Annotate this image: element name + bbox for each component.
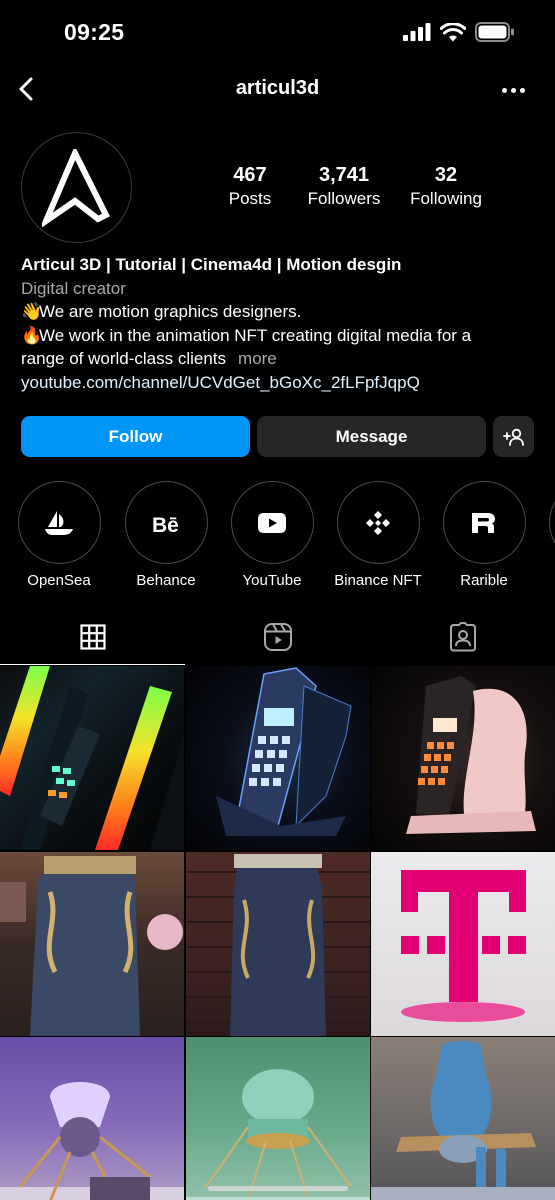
tab-reels[interactable] bbox=[185, 608, 370, 665]
highlight-behance[interactable]: Bē Behance bbox=[116, 481, 216, 589]
post-image bbox=[185, 1069, 370, 1200]
highlight-label: Binance NFT bbox=[334, 572, 422, 589]
cellular-signal-icon bbox=[403, 23, 431, 41]
nav-bar: articul3d bbox=[0, 66, 555, 114]
posts-grid bbox=[0, 666, 555, 1200]
highlight-cover bbox=[336, 481, 420, 564]
opensea-icon bbox=[45, 510, 73, 535]
highlight-cover bbox=[17, 481, 101, 564]
bio-name: Articul 3D | Tutorial | Cinema4d | Motio… bbox=[21, 255, 402, 274]
post-thumbnail[interactable] bbox=[371, 851, 555, 1036]
stat-value: 3,741 bbox=[318, 164, 370, 186]
post-thumbnail[interactable] bbox=[0, 851, 184, 1036]
bio-text: range of world-class clients bbox=[21, 349, 227, 368]
home-indicator bbox=[208, 1186, 348, 1191]
profile-username: articul3d bbox=[235, 77, 320, 99]
highlight-cover bbox=[548, 481, 555, 564]
status-icons bbox=[403, 22, 515, 42]
stat-label: Followers bbox=[307, 189, 381, 208]
add-user-icon bbox=[502, 428, 524, 446]
profile-avatar[interactable] bbox=[21, 132, 132, 243]
fire-icon: 🔥 bbox=[21, 325, 43, 345]
highlight-binance-nft[interactable]: Binance NFT bbox=[328, 481, 428, 589]
highlight-label: Behance bbox=[136, 572, 196, 589]
post-image bbox=[401, 869, 526, 1022]
stat-following[interactable]: 32 Following bbox=[398, 163, 494, 211]
stat-label: Posts bbox=[228, 189, 272, 208]
highlight-label: OpenSea bbox=[27, 572, 91, 589]
highlight-partial[interactable] bbox=[540, 481, 555, 564]
post-image bbox=[0, 855, 183, 1036]
post-thumbnail[interactable] bbox=[185, 666, 370, 850]
articul3d-logo-icon bbox=[41, 148, 110, 227]
story-highlights: OpenSea Bē Behance YouTube Binance NFT R… bbox=[0, 481, 555, 593]
post-image bbox=[371, 1041, 555, 1200]
highlight-cover bbox=[230, 481, 314, 564]
stat-posts[interactable]: 467 Posts bbox=[210, 163, 290, 211]
highlight-opensea[interactable]: OpenSea bbox=[9, 481, 109, 589]
highlight-label: Rarible bbox=[460, 572, 508, 589]
profile-stats: 467 Posts 3,741 Followers 32 Following bbox=[210, 163, 510, 211]
stat-value: 32 bbox=[434, 164, 458, 186]
stat-value: 467 bbox=[233, 164, 267, 186]
rarible-icon bbox=[472, 512, 495, 533]
profile-actions: Follow Message bbox=[21, 416, 534, 457]
tab-posts-grid[interactable] bbox=[0, 608, 185, 665]
bio-more-link[interactable]: more bbox=[238, 349, 277, 368]
behance-icon: Bē bbox=[152, 514, 179, 535]
post-thumbnail[interactable] bbox=[0, 666, 184, 850]
post-image bbox=[215, 667, 352, 836]
dot-icon bbox=[519, 87, 525, 93]
bio-category: Digital creator bbox=[21, 278, 126, 298]
post-image bbox=[0, 1082, 184, 1200]
more-options-button[interactable] bbox=[499, 78, 527, 102]
bio-line: range of world-class clients more bbox=[21, 347, 541, 371]
highlight-cover: Bē bbox=[124, 481, 208, 564]
bio-line: 👋We are motion graphics designers. bbox=[21, 300, 541, 324]
post-thumbnail[interactable] bbox=[185, 851, 370, 1036]
svg-text:Bē: Bē bbox=[152, 514, 179, 535]
tagged-icon bbox=[449, 621, 476, 651]
status-bar: 09:25 bbox=[0, 0, 555, 66]
bio-website-link[interactable]: youtube.com/channel/UCVdGet_bGoXc_2fLFpf… bbox=[21, 371, 541, 395]
post-thumbnail[interactable] bbox=[185, 1037, 370, 1200]
youtube-icon bbox=[258, 512, 286, 533]
highlight-youtube[interactable]: YouTube bbox=[222, 481, 322, 589]
post-thumbnail[interactable] bbox=[0, 1037, 184, 1200]
bio-line: 🔥We work in the animation NFT creating d… bbox=[21, 324, 541, 348]
dot-icon bbox=[501, 87, 507, 93]
follow-button[interactable]: Follow bbox=[21, 416, 250, 457]
profile-bio: Articul 3D | Tutorial | Cinema4d | Motio… bbox=[21, 253, 541, 394]
tab-tagged[interactable] bbox=[370, 608, 555, 665]
highlight-label: YouTube bbox=[242, 572, 302, 589]
highlight-cover bbox=[442, 481, 526, 564]
message-button[interactable]: Message bbox=[257, 416, 486, 457]
suggested-users-button[interactable] bbox=[493, 416, 534, 457]
stat-followers[interactable]: 3,741 Followers bbox=[294, 163, 394, 211]
stat-label: Following bbox=[410, 189, 482, 208]
status-time: 09:25 bbox=[64, 19, 125, 45]
dot-icon bbox=[510, 87, 516, 93]
post-thumbnail[interactable] bbox=[371, 1037, 555, 1200]
post-image bbox=[0, 666, 184, 850]
post-image bbox=[185, 853, 370, 1036]
bio-text: We work in the animation NFT creating di… bbox=[39, 325, 472, 345]
post-thumbnail[interactable] bbox=[371, 666, 555, 850]
binance-icon bbox=[366, 510, 390, 535]
reels-icon bbox=[263, 622, 292, 651]
post-image bbox=[406, 676, 536, 834]
profile-tabs bbox=[0, 608, 555, 665]
battery-icon bbox=[475, 22, 514, 42]
grid-icon bbox=[79, 623, 106, 650]
wifi-icon bbox=[440, 22, 466, 41]
waving-hand-icon: 👋 bbox=[21, 302, 43, 321]
highlight-rarible[interactable]: Rarible bbox=[434, 481, 534, 589]
bio-text: We are motion graphics designers. bbox=[39, 302, 302, 321]
